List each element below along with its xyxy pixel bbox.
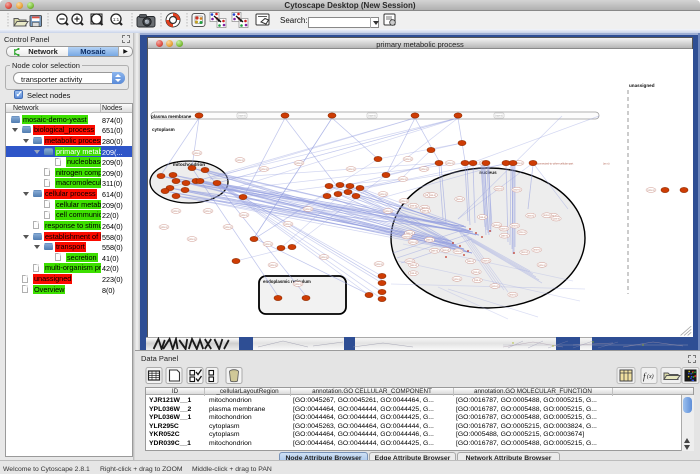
svg-text:(xxx-x): (xxx-x): [399, 178, 406, 181]
svg-text:(x): (x): [647, 373, 654, 380]
svg-text:(xxx-x): (xxx-x): [320, 256, 327, 259]
svg-text:(xxx-x): (xxx-x): [491, 285, 498, 288]
svg-text:(xxx-x): (xxx-x): [429, 194, 436, 197]
svg-text:(xxx-x): (xxx-x): [410, 205, 417, 208]
svg-text:(xxx-x): (xxx-x): [294, 283, 301, 286]
svg-text:(xxx-x): (xxx-x): [442, 249, 449, 252]
svg-text:(xxx-x): (xxx-x): [553, 218, 560, 221]
svg-text:(xxx-x): (xxx-x): [240, 214, 247, 217]
svg-text:(xxx-x): (xxx-x): [238, 115, 245, 118]
svg-text:(xxx-x): (xxx-x): [400, 200, 407, 203]
svg-text:(xxx-x): (xxx-x): [533, 249, 540, 252]
svg-text:(xxx-x): (xxx-x): [410, 264, 417, 267]
svg-text:(xxx-x): (xxx-x): [467, 260, 474, 263]
svg-text:(xxx-x): (xxx-x): [304, 208, 311, 211]
svg-text:(xxx-x): (xxx-x): [260, 168, 267, 171]
svg-text:(xxx-x): (xxx-x): [479, 216, 486, 219]
svg-text:(xxx-x): (xxx-x): [420, 168, 427, 171]
svg-text:endoplasmic reticulum: endoplasmic reticulum: [263, 279, 311, 284]
svg-text:(xxx-x): (xxx-x): [188, 238, 195, 241]
svg-text:cytoplasm: cytoplasm: [152, 127, 175, 132]
svg-text:(xxx-x): (xxx-x): [269, 264, 276, 267]
svg-text:(xxx-x): (xxx-x): [527, 215, 534, 218]
svg-text:(xxx-x): (xxx-x): [495, 187, 502, 190]
svg-text:(xxx-x): (xxx-x): [426, 239, 433, 242]
svg-text:(xxx-x): (xxx-x): [284, 223, 291, 226]
svg-text:(xxx-x): (xxx-x): [204, 210, 211, 213]
svg-text:(xxx-x): (xxx-x): [495, 115, 502, 118]
svg-text:(xxx-x): (xxx-x): [482, 260, 489, 263]
svg-text:(xxx-x): (xxx-x): [379, 193, 386, 196]
svg-text:(xxx-x): (xxx-x): [493, 224, 500, 227]
svg-text:(xxx-x): (xxx-x): [453, 278, 460, 281]
svg-text:(xxx-x): (xxx-x): [431, 250, 438, 253]
svg-text:(xxx-x): (xxx-x): [160, 226, 167, 229]
svg-text:(xxx-x): (xxx-x): [501, 235, 508, 238]
svg-text:Search:: Search:: [280, 16, 308, 25]
svg-text:(xxx-x): (xxx-x): [224, 226, 231, 229]
svg-text:(xxx-x): (xxx-x): [647, 189, 654, 192]
svg-text:(xxx-x): (xxx-x): [521, 251, 528, 254]
svg-text:(xxx-x): (xxx-x): [454, 250, 461, 253]
svg-text:(xxx-x): (xxx-x): [193, 152, 200, 155]
svg-text:(xxx-x): (xxx-x): [410, 272, 417, 275]
svg-text:(xxx-x): (xxx-x): [375, 263, 382, 266]
svg-text:1:1: 1:1: [113, 17, 120, 22]
svg-text:(xxx-x): (xxx-x): [403, 235, 410, 238]
svg-text:(xxx-x): (xxx-x): [473, 271, 480, 274]
svg-text:(xxx-x): (xxx-x): [509, 294, 516, 297]
svg-text:(xxx-x): (xxx-x): [511, 225, 518, 228]
svg-text:(xx-x): (xx-x): [603, 162, 610, 166]
svg-text:(xxx-x): (xxx-x): [264, 243, 271, 246]
svg-text:(xxx-x): (xxx-x): [513, 189, 520, 192]
svg-text:(xxx-x): (xxx-x): [236, 159, 243, 162]
svg-text:(xxx-x): (xxx-x): [543, 214, 550, 217]
svg-text:unassigned: unassigned: [629, 83, 655, 88]
svg-text:(xxx-x): (xxx-x): [422, 210, 429, 213]
svg-text:(xxx-x): (xxx-x): [446, 162, 453, 165]
svg-text:(xxx-x): (xxx-x): [474, 279, 481, 282]
svg-text:(xxx-x): (xxx-x): [295, 162, 302, 165]
svg-text:connected-to-other-cellular-pa: connected-to-other-cellular-part: [537, 162, 573, 166]
svg-text:plasma membrane: plasma membrane: [151, 114, 192, 119]
svg-text:(xxx-x): (xxx-x): [500, 228, 507, 231]
svg-text:(xxx-x): (xxx-x): [456, 198, 463, 201]
svg-text:(xxx-x): (xxx-x): [404, 158, 411, 161]
svg-text:(xxx-x): (xxx-x): [519, 231, 526, 234]
svg-text:(xxx-x): (xxx-x): [347, 168, 354, 171]
svg-text:(xxx-x): (xxx-x): [172, 210, 179, 213]
svg-text:(xxx-x): (xxx-x): [410, 241, 417, 244]
svg-text:(xxx-x): (xxx-x): [384, 210, 391, 213]
svg-text:(xxx-x): (xxx-x): [538, 264, 545, 267]
svg-text:(xxx-x): (xxx-x): [368, 115, 375, 118]
